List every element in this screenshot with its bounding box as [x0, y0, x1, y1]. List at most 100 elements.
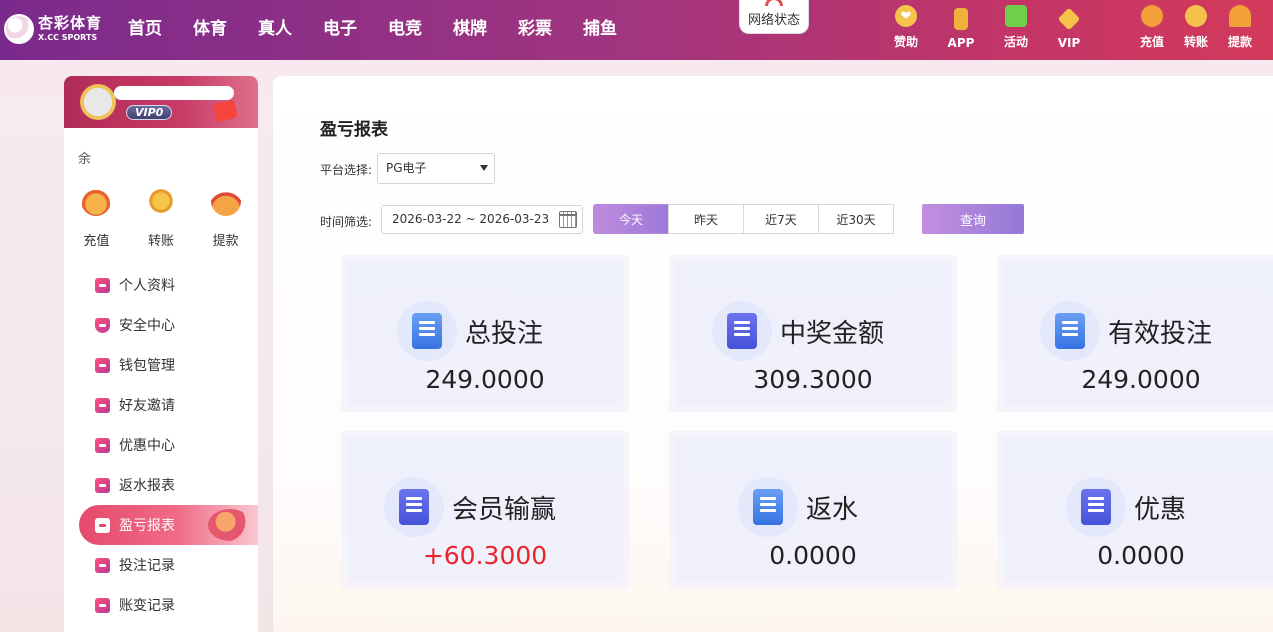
phone-icon — [954, 8, 968, 30]
sidebar-item-profit-report[interactable]: 盈亏报表 — [79, 505, 258, 545]
quick-transfer-button[interactable]: 转账 — [145, 186, 176, 249]
query-button[interactable]: 查询 — [922, 204, 1024, 234]
platform-label: 平台选择: — [320, 163, 373, 177]
quick-deposit-button[interactable]: 充值 — [81, 186, 112, 249]
rebate-report-icon — [95, 477, 110, 493]
stat-card-value: 0.0000 — [1097, 541, 1185, 570]
sidebar-item-invite[interactable]: 好友邀请 — [64, 385, 258, 425]
profit-report-icon — [95, 517, 110, 533]
tab-last-7-days[interactable]: 近7天 — [743, 204, 819, 234]
caret-down-icon — [480, 165, 488, 171]
sidebar-item-profile[interactable]: 个人资料 — [64, 265, 258, 305]
header-vip-button[interactable]: VIP — [1053, 4, 1085, 50]
total-bet-icon — [411, 313, 442, 349]
bet-records-icon — [95, 557, 110, 573]
stat-card-value: 309.3000 — [753, 365, 873, 394]
transfer-icon — [1185, 5, 1207, 27]
nav-slots[interactable]: 电子 — [323, 14, 357, 39]
stat-card-value: 249.0000 — [1081, 365, 1201, 394]
header-promo-button[interactable]: 活动 — [1000, 4, 1032, 50]
stat-card-rebate: 返水 0.0000 — [669, 431, 957, 588]
valid-bet-icon — [1054, 313, 1085, 349]
wallet-icon — [95, 357, 110, 373]
nav-fishing[interactable]: 捕鱼 — [583, 14, 617, 39]
header-app-button[interactable]: APP — [945, 4, 977, 50]
money-bag-icon — [1141, 5, 1163, 27]
sidebar-item-rebate-report[interactable]: 返水报表 — [64, 465, 258, 505]
tab-today[interactable]: 今天 — [593, 204, 669, 234]
nav-home[interactable]: 首页 — [128, 14, 162, 39]
user-banner: VIP0 — [64, 76, 258, 128]
nav-sports[interactable]: 体育 — [193, 14, 227, 39]
range-tabs: 今天 昨天 近7天 近30天 — [593, 204, 894, 234]
header-wallet-links: 充值 转账 提款 — [1136, 4, 1256, 54]
stat-card-value: 0.0000 — [769, 541, 857, 570]
nav-cards[interactable]: 棋牌 — [453, 14, 487, 39]
network-status-label: 网络状态 — [747, 13, 800, 28]
nav-live-casino[interactable]: 真人 — [258, 14, 292, 39]
signal-icon — [765, 0, 783, 6]
stat-card-valid-bet: 有效投注 249.0000 — [997, 255, 1273, 412]
nav-lottery[interactable]: 彩票 — [518, 14, 552, 39]
stat-card-total-bet: 总投注 249.0000 — [341, 255, 629, 412]
network-status-button[interactable]: 网络状态 — [739, 0, 809, 34]
tab-last-30-days[interactable]: 近30天 — [818, 204, 894, 234]
header-deposit-button[interactable]: 充值 — [1136, 4, 1168, 50]
sidebar-item-promotions[interactable]: 优惠中心 — [64, 425, 258, 465]
quick-actions: 充值 转账 提款 — [64, 186, 258, 249]
gift-icon — [1005, 5, 1027, 27]
sidebar-item-security[interactable]: 安全中心 — [64, 305, 258, 345]
platform-select-value: PG电子 — [386, 161, 427, 175]
prize-amount-icon — [726, 313, 757, 349]
transfer-icon — [145, 186, 176, 216]
coupon-icon — [95, 437, 110, 453]
stat-card-discount: 优惠 0.0000 — [997, 431, 1273, 588]
sidebar-item-transactions[interactable]: 账变记录 — [64, 585, 258, 625]
sidebar-item-bet-records[interactable]: 投注记录 — [64, 545, 258, 585]
logo-subtitle: X.CC SPORTS — [38, 33, 98, 42]
account-sidebar: VIP0 余 充值 转账 提款 个人资料 安全中心 钱包管理 好友邀请 优惠中心… — [64, 76, 258, 632]
logo-title: 杏彩体育 — [38, 14, 103, 32]
transactions-icon — [95, 597, 110, 613]
stat-card-value: 249.0000 — [425, 365, 545, 394]
discount-icon — [1080, 489, 1111, 525]
page-title: 盈亏报表 — [320, 120, 388, 140]
withdraw-fan-icon — [1229, 5, 1251, 27]
sidebar-item-wallet[interactable]: 钱包管理 — [64, 345, 258, 385]
shield-icon — [95, 317, 110, 333]
tab-yesterday[interactable]: 昨天 — [668, 204, 744, 234]
money-bag-icon — [81, 186, 112, 216]
member-winloss-icon — [398, 489, 429, 525]
username-masked — [114, 86, 234, 100]
diamond-icon — [1057, 7, 1081, 31]
envelope-icon — [95, 397, 110, 413]
main-nav: 首页 体育 真人 电子 电竞 棋牌 彩票 捕鱼 — [128, 0, 648, 52]
stat-card-title: 优惠 — [1133, 494, 1186, 525]
header-withdraw-button[interactable]: 提款 — [1224, 4, 1256, 50]
platform-select[interactable]: PG电子 — [377, 153, 495, 184]
rebate-icon — [752, 489, 783, 525]
stat-card-title: 返水 — [805, 494, 858, 525]
withdraw-fan-icon — [210, 186, 241, 216]
stat-card-value: +60.3000 — [422, 541, 548, 570]
stat-card-title: 中奖金额 — [779, 318, 884, 349]
avatar[interactable] — [80, 84, 116, 120]
time-filter-label: 时间筛选: — [320, 215, 373, 229]
header-transfer-button[interactable]: 转账 — [1180, 4, 1212, 50]
top-header: 杏彩体育 X.CC SPORTS 首页 体育 真人 电子 电竞 棋牌 彩票 捕鱼… — [0, 0, 1273, 60]
stat-card-title: 有效投注 — [1107, 318, 1212, 349]
date-range-value: 2026-03-22 ~ 2026-03-23 — [392, 212, 550, 226]
logo-mark-icon — [4, 14, 34, 44]
balance-label: 余 — [78, 152, 92, 167]
site-logo[interactable]: 杏彩体育 X.CC SPORTS — [4, 6, 114, 52]
date-range-input[interactable]: 2026-03-22 ~ 2026-03-23 — [381, 205, 583, 234]
stat-card-prize-amount: 中奖金额 309.3000 — [669, 255, 957, 412]
red-envelope-icon — [212, 99, 238, 123]
header-sponsor-button[interactable]: ❤ 赞助 — [890, 4, 922, 50]
header-links: ❤ 赞助 APP 活动 VIP — [890, 4, 1085, 54]
stat-card-title: 会员输赢 — [451, 494, 556, 525]
heart-handshake-icon: ❤ — [895, 5, 917, 27]
vip-badge[interactable]: VIP0 — [126, 105, 173, 120]
nav-esports[interactable]: 电竞 — [388, 14, 422, 39]
quick-withdraw-button[interactable]: 提款 — [210, 186, 241, 249]
